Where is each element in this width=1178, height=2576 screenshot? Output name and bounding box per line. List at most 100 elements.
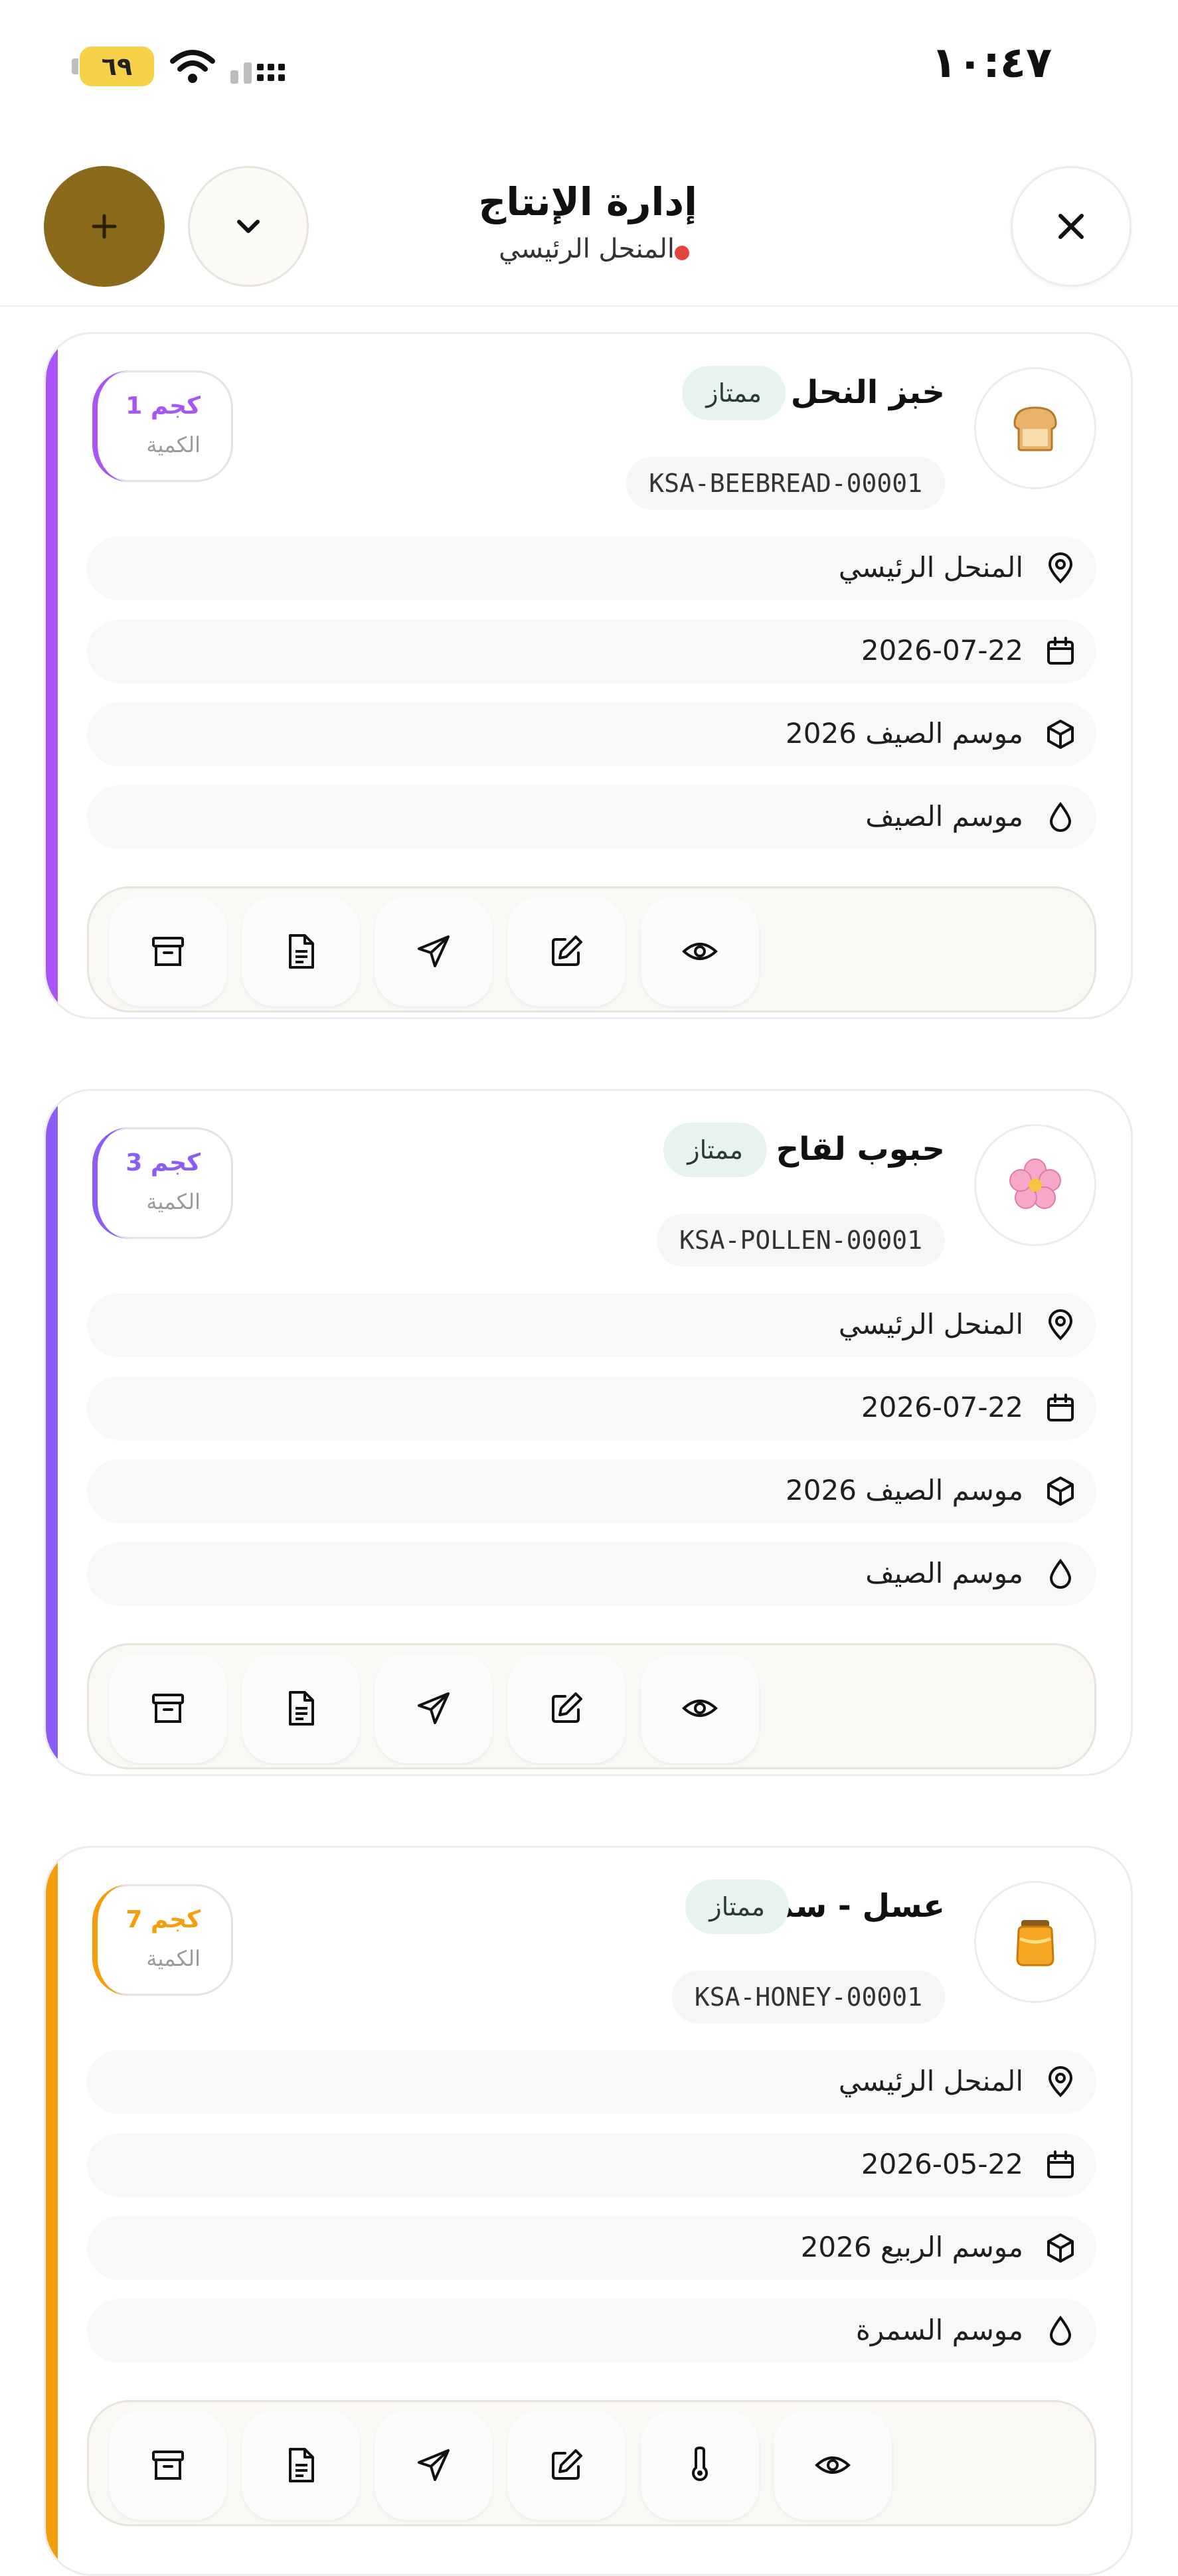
- archive-button[interactable]: [109, 2410, 227, 2520]
- archive-icon: [152, 1694, 184, 1723]
- info-row-season: موسم الصيف: [87, 1542, 1096, 1606]
- edit-icon: [552, 1692, 582, 1723]
- quantity-label: الكمية: [146, 1946, 201, 1971]
- add-button[interactable]: [44, 166, 165, 287]
- battery-indicator: ٦٩: [80, 46, 154, 86]
- season-text: موسم الصيف: [865, 800, 1023, 833]
- product-code: KSA-HONEY-00001: [671, 1971, 945, 2024]
- card-accent: [46, 334, 58, 1017]
- dropdown-button[interactable]: [188, 166, 309, 287]
- batch-text: موسم الصيف 2026: [786, 717, 1023, 750]
- package-icon: [1047, 720, 1074, 749]
- edit-button[interactable]: [507, 1653, 626, 1763]
- chevron-down-icon: [237, 220, 260, 233]
- view-icon: [682, 1700, 718, 1717]
- document-icon: [289, 2448, 314, 2482]
- archive-icon: [152, 2451, 184, 2480]
- document-button[interactable]: [242, 2410, 360, 2520]
- date-text: 2026-07-22: [861, 1391, 1023, 1423]
- location-text: المنحل الرئيسي: [838, 2065, 1023, 2097]
- product-card[interactable]: حبوب لقاح ممتاز KSA-POLLEN-00001 3 كجم ا…: [44, 1089, 1133, 1776]
- info-row-date: 2026-07-22: [87, 1376, 1096, 1440]
- batch-text: موسم الربيع 2026: [800, 2231, 1023, 2263]
- location-pin-icon: [1048, 552, 1073, 584]
- product-code: KSA-BEEBREAD-00001: [626, 457, 945, 510]
- archive-button[interactable]: [109, 1653, 227, 1763]
- archive-icon: [152, 937, 184, 966]
- product-name: خبز النحل: [790, 374, 945, 411]
- quantity-box: 7 كجم الكمية: [92, 1884, 233, 1996]
- droplet-icon: [1049, 2315, 1072, 2346]
- view-button[interactable]: [774, 2410, 892, 2520]
- season-text: موسم السمرة: [855, 2314, 1023, 2346]
- send-button[interactable]: [375, 896, 493, 1006]
- status-bar: ١٠:٤٧ ٦٩: [0, 0, 1178, 133]
- battery-cap: [72, 58, 78, 74]
- wifi-icon: [170, 50, 215, 83]
- document-icon: [289, 934, 314, 969]
- document-button[interactable]: [242, 1653, 360, 1763]
- send-button[interactable]: [375, 1653, 493, 1763]
- card-accent: [46, 1091, 58, 1774]
- send-icon: [418, 1692, 450, 1724]
- temperature-button[interactable]: [641, 2410, 759, 2520]
- info-row-date: 2026-07-22: [87, 619, 1096, 683]
- plus-icon: [92, 214, 117, 239]
- quantity-box: 3 كجم الكمية: [92, 1127, 233, 1239]
- edit-button[interactable]: [507, 2410, 626, 2520]
- calendar-icon: [1047, 2150, 1074, 2178]
- droplet-icon: [1049, 1558, 1072, 1589]
- edit-icon: [552, 2449, 582, 2480]
- bread-icon: [974, 367, 1096, 489]
- status-time: ١٠:٤٧: [931, 39, 1052, 88]
- send-button[interactable]: [375, 2410, 493, 2520]
- location-pin-icon: [1048, 2066, 1073, 2097]
- cellular-signal-icon: [230, 62, 285, 84]
- package-icon: [1047, 1477, 1074, 1506]
- grade-badge: ممتاز: [682, 366, 786, 420]
- season-text: موسم الصيف: [865, 1557, 1023, 1589]
- info-row-season: موسم الصيف: [87, 785, 1096, 849]
- edit-button[interactable]: [507, 896, 626, 1006]
- info-row-location: المنحل الرئيسي: [87, 536, 1096, 600]
- app-header: إدارة الإنتاج المنحل الرئيسي: [0, 146, 1178, 307]
- info-row-location: المنحل الرئيسي: [87, 1293, 1096, 1357]
- droplet-icon: [1049, 801, 1072, 832]
- date-text: 2026-05-22: [861, 2148, 1023, 2180]
- location-text: المنحل الرئيسي: [838, 1308, 1023, 1340]
- location-pin-icon: [675, 246, 689, 260]
- flower-icon: [974, 1124, 1096, 1246]
- apiary-name: المنحل الرئيسي: [499, 234, 675, 264]
- send-icon: [418, 2449, 450, 2481]
- actions-bar: [87, 886, 1096, 1012]
- card-accent: [46, 1848, 58, 2574]
- quantity-ring: [92, 1127, 132, 1239]
- view-button[interactable]: [641, 1653, 759, 1763]
- thermometer-icon: [692, 2446, 708, 2481]
- quantity-value: 3 كجم: [126, 1149, 201, 1176]
- grade-badge: ممتاز: [663, 1123, 767, 1177]
- send-icon: [418, 935, 450, 967]
- view-button[interactable]: [641, 896, 759, 1006]
- product-name: حبوب لقاح: [776, 1131, 945, 1168]
- document-button[interactable]: [242, 896, 360, 1006]
- product-card[interactable]: عسل - سمر ممتاز KSA-HONEY-00001 7 كجم ال…: [44, 1846, 1133, 2576]
- archive-button[interactable]: [109, 896, 227, 1006]
- document-icon: [289, 1691, 314, 1726]
- location-text: المنحل الرئيسي: [838, 551, 1023, 584]
- product-code: KSA-POLLEN-00001: [656, 1214, 945, 1267]
- quantity-ring: [92, 370, 132, 482]
- close-icon: [1058, 214, 1084, 239]
- info-row-date: 2026-05-22: [87, 2133, 1096, 2197]
- quantity-value: 7 كجم: [126, 1906, 201, 1933]
- quantity-label: الكمية: [146, 1189, 201, 1214]
- edit-icon: [552, 935, 582, 966]
- product-card[interactable]: خبز النحل ممتاز KSA-BEEBREAD-00001 1 كجم…: [44, 332, 1133, 1019]
- calendar-icon: [1047, 637, 1074, 665]
- view-icon: [815, 2456, 851, 2474]
- batch-text: موسم الصيف 2026: [786, 1474, 1023, 1506]
- close-button[interactable]: [1011, 166, 1132, 287]
- info-row-season: موسم السمرة: [87, 2299, 1096, 2363]
- info-row-batch: موسم الصيف 2026: [87, 702, 1096, 766]
- location-pin-icon: [1048, 1309, 1073, 1340]
